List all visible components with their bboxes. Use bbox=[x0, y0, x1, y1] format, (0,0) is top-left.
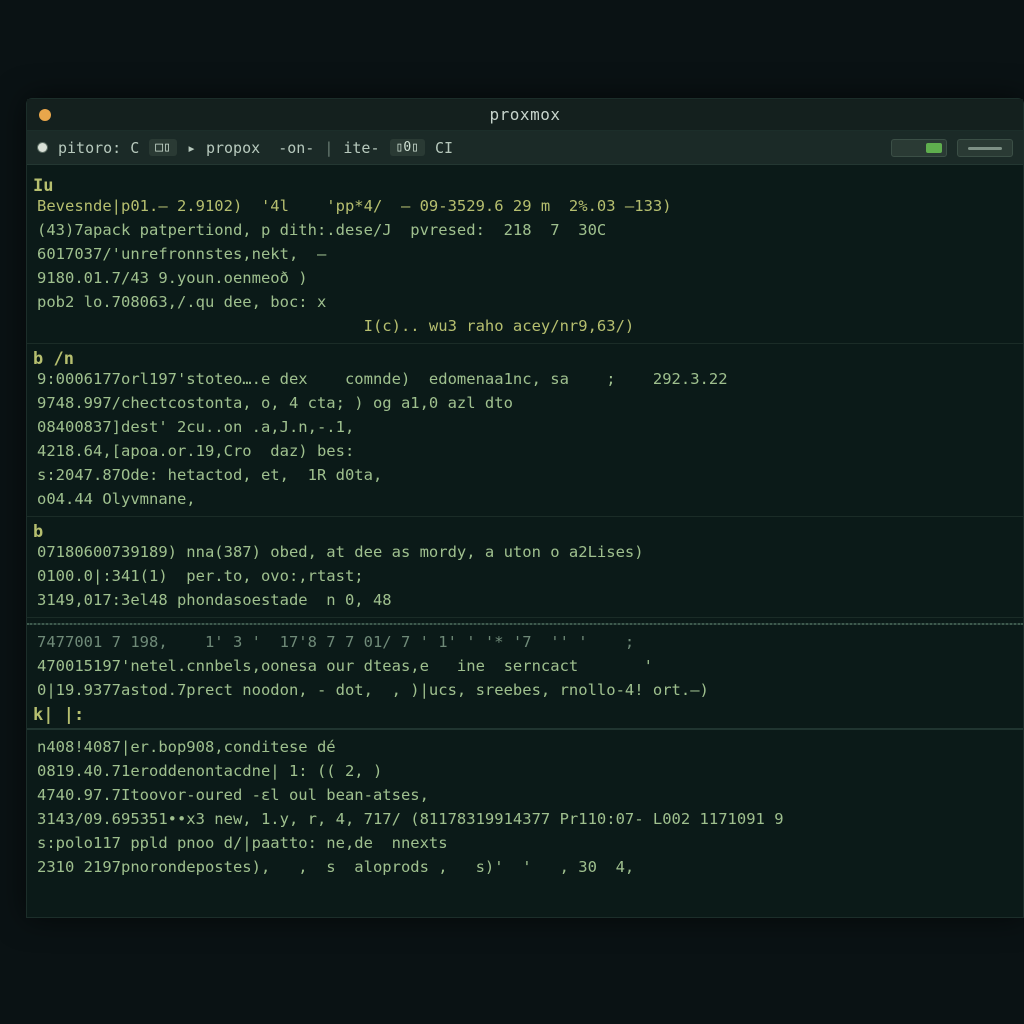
log-text: o04.44 Olyvmnane, bbox=[37, 490, 196, 508]
log-text: 08400837]dest' 2cu..on .a,J.n,-.1, bbox=[37, 418, 354, 436]
log-line: o04.44 Olyvmnane, bbox=[37, 487, 1013, 511]
log-text: (43)7apack patpertiond, p dith:.dese/J p… bbox=[37, 221, 606, 239]
log-text: pob2 lo.708063,/.qu dee, boc: x bbox=[37, 293, 326, 311]
log-line: 08400837]dest' 2cu..on .a,J.n,-.1, bbox=[37, 415, 1013, 439]
prompt-host: pitoro: C bbox=[58, 139, 139, 157]
pipe-icon: | bbox=[324, 139, 333, 157]
log-line: 9180.01.7/43 9.youn.oenmeoð ) bbox=[37, 266, 1013, 290]
status-pill-secondary[interactable] bbox=[957, 139, 1013, 157]
log-line: 0819.40.71eroddenontacdne| 1: (( 2, ) bbox=[37, 759, 1013, 783]
log-text: s:2047.87Ode: hetactod, et, 1R d0ta, bbox=[37, 466, 382, 484]
toolbar-badge-1: □▯ bbox=[149, 139, 177, 156]
log-line: 470015197'netel.cnnbels,oonesa our dteas… bbox=[37, 654, 1013, 678]
log-text: 4218.64,[apoa.or.19,Cro daz) bes: bbox=[37, 442, 354, 460]
log-text: 0|19.9377astod.7prect noodon, - dot, , )… bbox=[37, 681, 709, 699]
block-marker: b bbox=[33, 522, 1013, 542]
log-text: 3143/09.695351••x3 new, 1.y, r, 4, 717/ … bbox=[37, 810, 784, 828]
log-line: I(c).. wu3 raho acey/nr9,63/) bbox=[37, 314, 1013, 338]
log-line: 6017037/'unrefronnstes,nekt, – bbox=[37, 242, 1013, 266]
log-line: 4218.64,[apoa.or.19,Cro daz) bes: bbox=[37, 439, 1013, 463]
separator bbox=[27, 516, 1023, 517]
log-line: 3143/09.695351••x3 new, 1.y, r, 4, 717/ … bbox=[37, 807, 1013, 831]
separator bbox=[27, 728, 1023, 730]
log-text: 4740.97.7Itoovor-oured -ɛl oul bean-atse… bbox=[37, 786, 429, 804]
log-text: 3149,017:3el48 phondasoestade n 0, 48 bbox=[37, 591, 392, 609]
status-pill-connected[interactable] bbox=[891, 139, 947, 157]
log-line: 0|19.9377astod.7prect noodon, - dot, , )… bbox=[37, 678, 1013, 702]
titlebar: proxmox bbox=[27, 99, 1023, 131]
log-text: I(c).. wu3 raho acey/nr9,63/) bbox=[37, 317, 634, 335]
log-line: pob2 lo.708063,/.qu dee, boc: x bbox=[37, 290, 1013, 314]
log-text: 6017037/'unrefronnstes,nekt, – bbox=[37, 245, 326, 263]
log-text: 2310 2197pnorondepostes), , s aloprods ,… bbox=[37, 858, 634, 876]
block-marker: k| |: bbox=[33, 705, 1013, 725]
window-title: proxmox bbox=[27, 105, 1023, 124]
log-line: 9:0006177orl197'stoteo….e dex comnde) ed… bbox=[37, 367, 1013, 391]
prompt-arrow-icon: ▸ bbox=[187, 139, 196, 157]
separator bbox=[27, 623, 1023, 625]
log-text: 07180600739189) nna(387) obed, at dee as… bbox=[37, 543, 644, 561]
session-indicator-icon bbox=[37, 142, 48, 153]
log-text: 7477001 7 198, 1' 3 ' 17'8 7 7 01/ 7 ' 1… bbox=[37, 633, 634, 651]
log-text: Bevesnde|p01.— 2.9102) '4l 'pp*4/ – 09-3… bbox=[37, 197, 672, 215]
terminal-output[interactable]: IuBevesnde|p01.— 2.9102) '4l 'pp*4/ – 09… bbox=[27, 165, 1023, 917]
log-text: n408!4087|er.bop908,conditese dé bbox=[37, 738, 336, 756]
log-text: 9748.997/chectcostonta, o, 4 cta; ) og a… bbox=[37, 394, 513, 412]
prompt-flag: ite- bbox=[343, 139, 379, 157]
log-text: 0100.0|:341(1) per.to, ovo:,rtast; bbox=[37, 567, 364, 585]
log-line: 7477001 7 198, 1' 3 ' 17'8 7 7 01/ 7 ' 1… bbox=[37, 630, 1013, 654]
log-line: 0100.0|:341(1) per.to, ovo:,rtast; bbox=[37, 564, 1013, 588]
terminal-window: proxmox pitoro: C □▯ ▸ propox -on- | ite… bbox=[26, 98, 1024, 918]
log-line: 07180600739189) nna(387) obed, at dee as… bbox=[37, 540, 1013, 564]
log-text: 470015197'netel.cnnbels,oonesa our dteas… bbox=[37, 657, 653, 675]
toolbar-badge-2: ▯0▯ bbox=[390, 139, 425, 156]
log-line: 3149,017:3el48 phondasoestade n 0, 48 bbox=[37, 588, 1013, 612]
toolbar: pitoro: C □▯ ▸ propox -on- | ite- ▯0▯ CI bbox=[27, 131, 1023, 165]
log-line: (43)7apack patpertiond, p dith:.dese/J p… bbox=[37, 218, 1013, 242]
log-text: 9180.01.7/43 9.youn.oenmeoð ) bbox=[37, 269, 308, 287]
separator bbox=[27, 343, 1023, 344]
log-line: Bevesnde|p01.— 2.9102) '4l 'pp*4/ – 09-3… bbox=[37, 194, 1013, 218]
block-marker: b /n bbox=[33, 349, 1013, 369]
log-line: s:polo117 ppld pnoo d/|paatto: ne,de nne… bbox=[37, 831, 1013, 855]
log-text: 9:0006177orl197'stoteo….e dex comnde) ed… bbox=[37, 370, 728, 388]
log-line: 4740.97.7Itoovor-oured -ɛl oul bean-atse… bbox=[37, 783, 1013, 807]
log-line: s:2047.87Ode: hetactod, et, 1R d0ta, bbox=[37, 463, 1013, 487]
log-text: 0819.40.71eroddenontacdne| 1: (( 2, ) bbox=[37, 762, 382, 780]
log-text: s:polo117 ppld pnoo d/|paatto: ne,de nne… bbox=[37, 834, 448, 852]
log-line: n408!4087|er.bop908,conditese dé bbox=[37, 735, 1013, 759]
separator bbox=[27, 617, 1023, 618]
prompt-command[interactable]: propox -on- bbox=[206, 139, 314, 157]
block-marker: Iu bbox=[33, 176, 1013, 196]
log-line: 9748.997/chectcostonta, o, 4 cta; ) og a… bbox=[37, 391, 1013, 415]
log-line: 2310 2197pnorondepostes), , s aloprods ,… bbox=[37, 855, 1013, 879]
prompt-tail: CI bbox=[435, 139, 453, 157]
